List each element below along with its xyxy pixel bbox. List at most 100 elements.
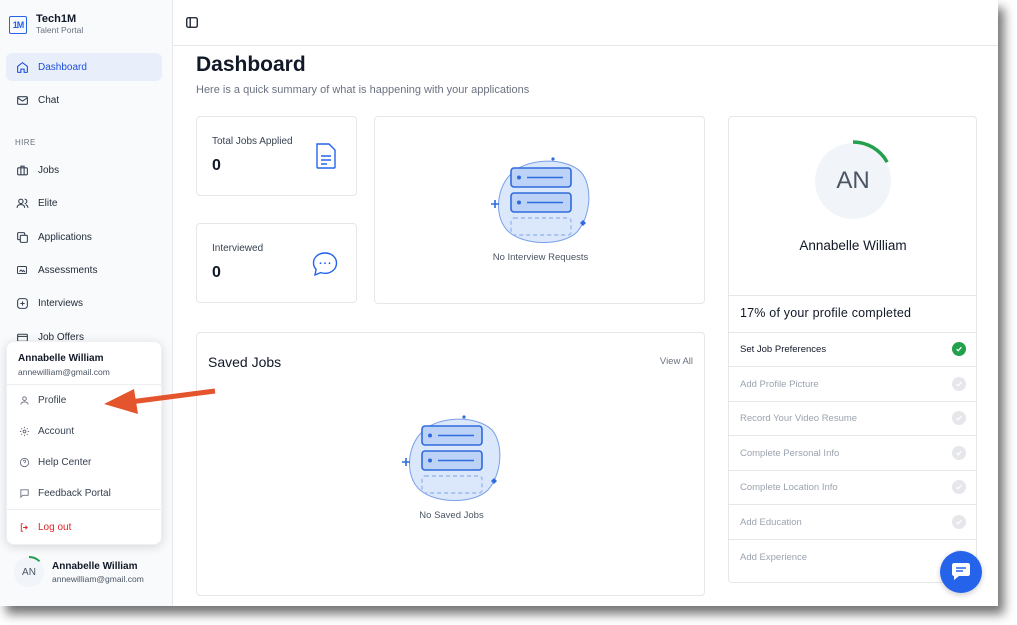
chat-fab-button[interactable] bbox=[940, 551, 982, 593]
page-subtitle: Here is a quick summary of what is happe… bbox=[196, 84, 530, 96]
menu-item-help-center[interactable]: Help Center bbox=[18, 456, 91, 468]
saved-jobs-title: Saved Jobs bbox=[208, 354, 282, 370]
menu-item-label: Profile bbox=[38, 394, 67, 406]
sidebar-item-interviews[interactable]: Interviews bbox=[6, 289, 162, 317]
divider bbox=[729, 366, 977, 367]
menu-item-label: Log out bbox=[38, 521, 72, 533]
brand[interactable]: 1M Tech1M Talent Portal bbox=[9, 13, 83, 36]
divider bbox=[729, 539, 977, 540]
copy-icon bbox=[15, 230, 29, 244]
profile-task-item[interactable]: Record Your Video Resume bbox=[740, 413, 857, 424]
sidebar-item-label: Chat bbox=[38, 94, 60, 106]
avatar: AN bbox=[14, 556, 44, 587]
divider bbox=[7, 509, 163, 510]
sidebar-item-applications[interactable]: Applications bbox=[6, 223, 162, 251]
sidebar-item-label: Elite bbox=[38, 197, 58, 209]
sidebar: 1M Tech1M Talent Portal Dashboard Chat H… bbox=[0, 0, 173, 606]
chat-icon bbox=[952, 563, 970, 580]
sidebar-item-label: Applications bbox=[38, 231, 92, 243]
sidebar-item-assessments[interactable]: Assessments bbox=[6, 256, 162, 284]
divider bbox=[729, 332, 977, 333]
document-icon bbox=[316, 143, 336, 169]
footer-user-email: annewilliam@gmail.com bbox=[52, 573, 144, 584]
tech1m-logo-icon: 1M bbox=[9, 15, 27, 34]
user-icon bbox=[18, 394, 30, 406]
saved-jobs-empty-text: No Saved Jobs bbox=[419, 510, 484, 521]
gear-icon bbox=[18, 425, 30, 437]
brand-subtitle: Talent Portal bbox=[36, 25, 84, 35]
users-icon bbox=[15, 196, 29, 210]
interview-requests-card: No Interview Requests bbox=[374, 116, 705, 304]
menu-item-feedback-portal[interactable]: Feedback Portal bbox=[18, 487, 111, 499]
image-icon bbox=[15, 263, 29, 277]
divider bbox=[729, 435, 977, 437]
profile-progress-ring-small bbox=[28, 556, 41, 563]
menu-user-email: annewilliam@gmail.com bbox=[18, 367, 110, 377]
profile-task-item[interactable]: Add Education bbox=[740, 517, 802, 528]
profile-task-item[interactable]: Add Experience bbox=[740, 552, 807, 563]
divider bbox=[729, 400, 977, 402]
interview-requests-empty-text: No Interview Requests bbox=[492, 252, 589, 263]
stat-value: 0 bbox=[212, 157, 221, 174]
sidebar-item-chat[interactable]: Chat bbox=[6, 86, 162, 114]
plus-square-icon bbox=[15, 296, 29, 310]
divider bbox=[729, 295, 977, 296]
mail-icon bbox=[15, 93, 29, 107]
total-jobs-applied-card[interactable]: Total Jobs Applied 0 bbox=[196, 116, 357, 196]
stat-value: 0 bbox=[212, 264, 221, 281]
pending-circle-icon bbox=[952, 411, 966, 426]
view-all-link[interactable]: View All bbox=[660, 356, 693, 367]
chat-bubble-icon bbox=[312, 252, 338, 277]
stat-label: Total Jobs Applied bbox=[212, 136, 293, 147]
check-circle-icon bbox=[952, 342, 966, 356]
profile-name: Annabelle William bbox=[799, 238, 907, 253]
page-title: Dashboard bbox=[196, 53, 306, 76]
saved-jobs-card: Saved Jobs View All No Saved Jobs bbox=[196, 332, 705, 596]
stat-label: Interviewed bbox=[212, 243, 264, 254]
menu-item-label: Help Center bbox=[38, 456, 92, 468]
divider bbox=[729, 469, 977, 471]
user-dropdown-menu: Annabelle William annewilliam@gmail.com … bbox=[6, 341, 163, 545]
sidebar-item-jobs[interactable]: Jobs bbox=[6, 156, 162, 184]
sidebar-section-hire: HIRE bbox=[15, 138, 36, 147]
pending-circle-icon bbox=[952, 480, 966, 495]
briefcase-icon bbox=[15, 163, 29, 177]
interviewed-card[interactable]: Interviewed 0 bbox=[196, 223, 357, 303]
server-illustration-icon bbox=[491, 157, 590, 243]
top-bar bbox=[173, 0, 998, 46]
profile-progress-ring bbox=[852, 140, 889, 164]
menu-item-logout[interactable]: Log out bbox=[18, 521, 71, 533]
profile-task-item[interactable]: Add Profile Picture bbox=[740, 379, 819, 390]
sidebar-item-label: Dashboard bbox=[38, 61, 87, 73]
help-circle-icon bbox=[18, 456, 30, 468]
server-illustration-icon bbox=[402, 415, 501, 501]
logout-icon bbox=[18, 521, 30, 533]
app-window: 1M Tech1M Talent Portal Dashboard Chat H… bbox=[0, 0, 998, 606]
profile-task-item[interactable]: Set Job Preferences bbox=[740, 344, 826, 355]
sidebar-item-label: Interviews bbox=[38, 297, 84, 309]
pending-circle-icon bbox=[952, 445, 966, 460]
pending-circle-icon bbox=[952, 376, 966, 391]
menu-item-label: Feedback Portal bbox=[38, 487, 111, 499]
sidebar-item-label: Jobs bbox=[38, 164, 60, 176]
menu-item-label: Account bbox=[38, 425, 75, 437]
brand-name: Tech1M bbox=[36, 13, 77, 25]
profile-task-item[interactable]: Complete Location Info bbox=[740, 482, 838, 493]
sidebar-item-dashboard[interactable]: Dashboard bbox=[6, 53, 162, 81]
footer-user-name: Annabelle William bbox=[52, 560, 138, 572]
sidebar-item-label: Assessments bbox=[38, 264, 98, 276]
profile-task-item[interactable]: Complete Personal Info bbox=[740, 448, 839, 459]
divider bbox=[729, 504, 977, 506]
profile-completion-card: AN Annabelle William 17% of your profile… bbox=[728, 116, 977, 583]
message-square-icon bbox=[18, 487, 30, 499]
home-icon bbox=[15, 60, 29, 74]
pending-circle-icon bbox=[952, 515, 966, 529]
sidebar-user-button[interactable]: AN Annabelle William annewilliam@gmail.c… bbox=[14, 556, 144, 587]
sidebar-toggle-icon[interactable] bbox=[186, 17, 198, 28]
annotation-arrow bbox=[104, 388, 216, 414]
menu-item-profile[interactable]: Profile bbox=[18, 394, 66, 406]
menu-user-name: Annabelle William bbox=[18, 353, 104, 364]
sidebar-item-elite[interactable]: Elite bbox=[6, 189, 162, 217]
menu-item-account[interactable]: Account bbox=[18, 425, 74, 437]
profile-completion-text: 17% of your profile completed bbox=[740, 306, 912, 320]
